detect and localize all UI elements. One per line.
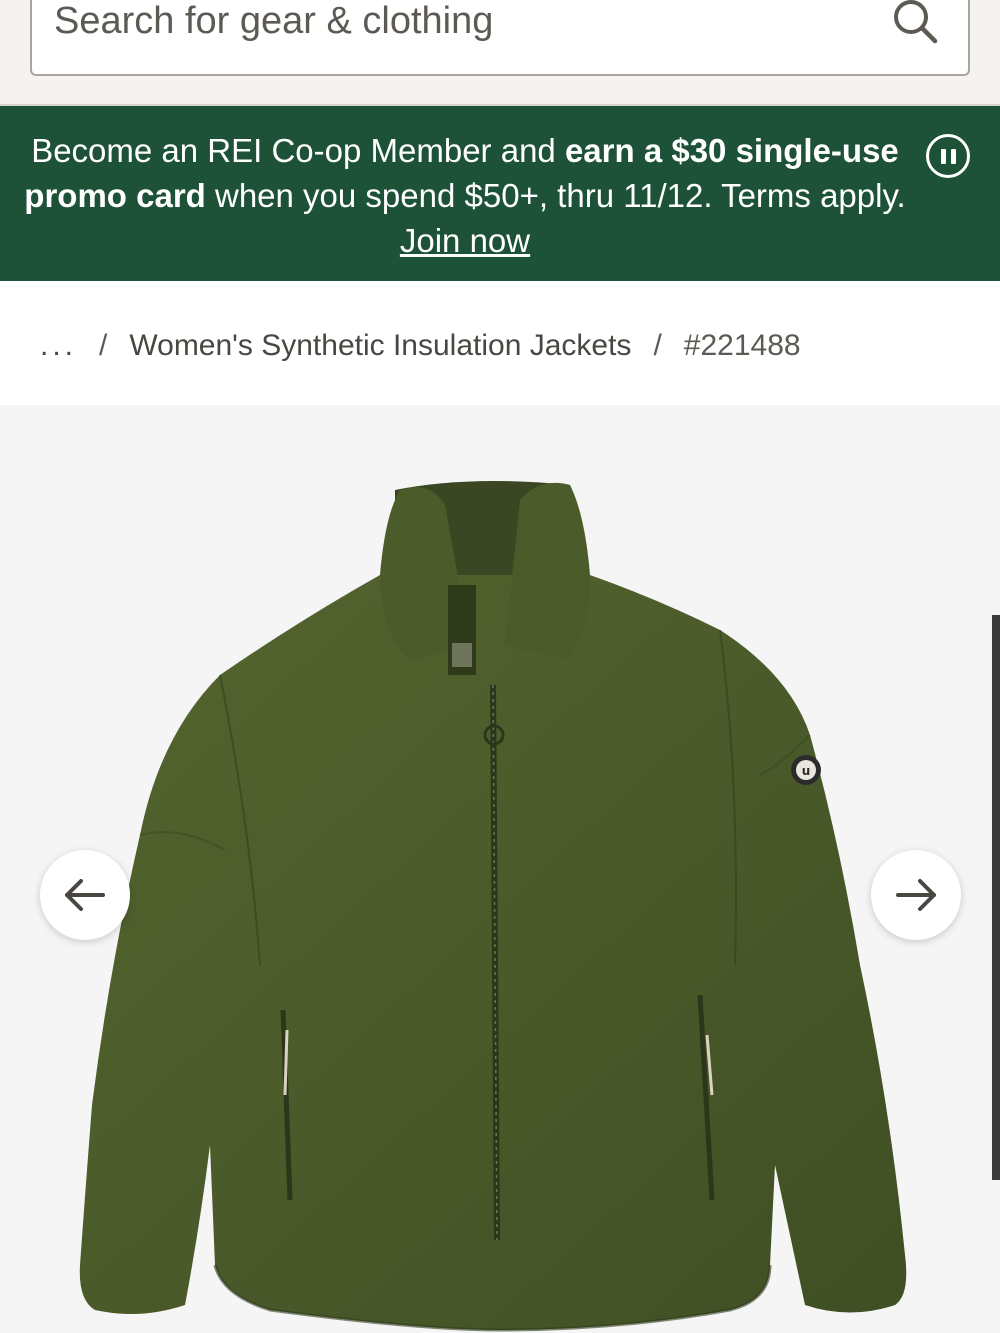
arrow-right-icon <box>896 879 936 911</box>
previous-image-button[interactable] <box>40 850 130 940</box>
promo-text: Become an REI Co-op Member and earn a $3… <box>20 128 910 263</box>
promo-text-terms: when you spend $50+, thru 11/12. Terms a… <box>205 177 906 214</box>
next-image-button[interactable] <box>871 850 961 940</box>
breadcrumb: ... / Women's Synthetic Insulation Jacke… <box>40 322 801 370</box>
search-input[interactable] <box>54 0 874 50</box>
breadcrumb-separator: / <box>99 329 108 362</box>
search-box[interactable] <box>30 0 970 76</box>
breadcrumb-ellipsis[interactable]: ... <box>40 329 77 363</box>
product-image-jacket[interactable]: u <box>0 405 1000 1333</box>
search-header <box>0 0 1000 106</box>
promo-text-intro: Become an REI Co-op Member and <box>31 132 565 169</box>
pause-button[interactable] <box>926 134 970 178</box>
breadcrumb-separator: / <box>653 329 662 362</box>
breadcrumb-product-id: #221488 <box>683 329 801 362</box>
member-promo-banner: Become an REI Co-op Member and earn a $3… <box>0 106 1000 281</box>
arrow-left-icon <box>65 879 105 911</box>
breadcrumb-category[interactable]: Women's Synthetic Insulation Jackets <box>129 329 631 363</box>
product-gallery: u <box>0 405 1000 1333</box>
pause-icon <box>941 149 946 164</box>
svg-text:u: u <box>802 764 811 778</box>
pause-icon-bar <box>951 149 956 164</box>
next-image-peek[interactable] <box>992 615 1000 1180</box>
join-now-link[interactable]: Join now <box>400 222 530 259</box>
search-icon[interactable] <box>890 0 940 46</box>
product-page: Become an REI Co-op Member and earn a $3… <box>0 0 1000 1333</box>
